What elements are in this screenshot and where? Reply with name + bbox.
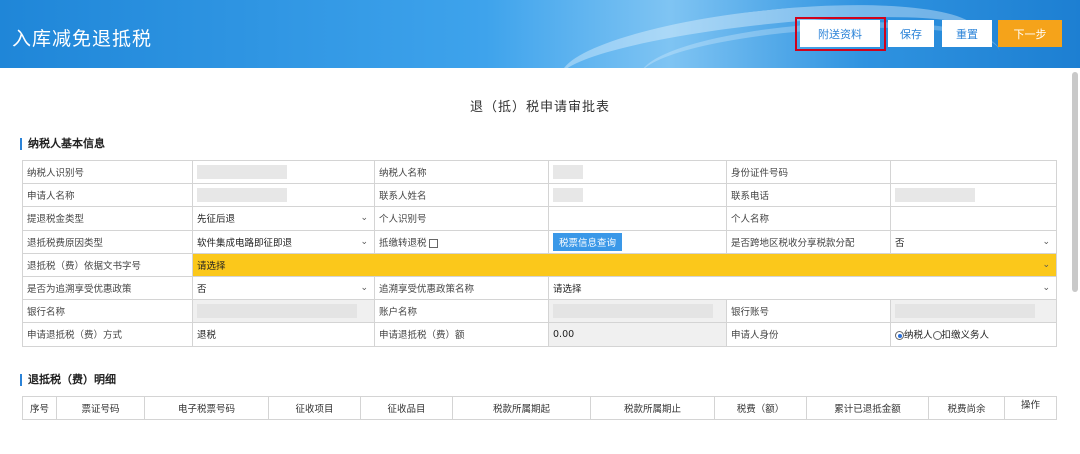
label-document-number: 退抵税（费）依据文书字号 — [22, 252, 193, 277]
account-name-field[interactable] — [548, 299, 727, 324]
redacted-value — [895, 304, 1035, 319]
col-period-end: 税款所属期止 — [590, 396, 715, 420]
taxpayer-name-field[interactable] — [548, 159, 727, 185]
offset-refund-checkbox-cell[interactable]: 抵缴转退税 — [374, 229, 549, 254]
form-title: 退（抵）税申请审批表 — [469, 100, 610, 115]
label-offset-refund: 抵缴转退税 — [379, 237, 427, 249]
label-refund-amount: 申请退抵税（费）额 — [374, 322, 549, 347]
label-personal-id: 个人识别号 — [374, 206, 549, 231]
label-taxpayer-id: 纳税人识别号 — [22, 159, 193, 185]
label-cross-region: 是否跨地区税收分享税款分配 — [726, 229, 891, 254]
policy-name-value: 请选择 — [553, 284, 582, 296]
refund-type-value: 先征后退 — [197, 214, 236, 226]
bank-account-field[interactable] — [890, 299, 1057, 324]
col-index: 序号 — [22, 396, 57, 420]
chevron-down-icon: ⌄ — [360, 283, 368, 294]
col-levy-category: 征收品目 — [360, 396, 453, 420]
col-refunded-total: 累计已退抵金额 — [806, 396, 929, 420]
refund-method-value: 退税 — [192, 322, 375, 347]
label-refund-type: 提退税金类型 — [22, 206, 193, 231]
personal-id-field[interactable] — [548, 206, 727, 231]
table-row: 是否为追溯享受优惠政策 否 ⌄ 追溯享受优惠政策名称 请选择 ⌄ — [22, 275, 1057, 301]
offset-refund-checkbox[interactable] — [428, 238, 438, 248]
redacted-value — [197, 304, 357, 319]
label-applicant-identity: 申请人身份 — [726, 322, 891, 347]
col-remaining: 税费尚余 — [928, 396, 1005, 420]
label-applicant-name: 申请人名称 — [22, 183, 193, 208]
label-id-number: 身份证件号码 — [726, 159, 891, 185]
section-refund-detail-title: 退抵税（费）明细 — [20, 374, 116, 386]
next-step-button[interactable]: 下一步 — [998, 20, 1062, 47]
chevron-down-icon: ⌄ — [360, 236, 368, 247]
personal-name-field[interactable] — [890, 206, 1057, 231]
id-number-field[interactable] — [890, 159, 1057, 185]
label-personal-name: 个人名称 — [726, 206, 891, 231]
table-header-row: 序号 票证号码 电子税票号码 征收项目 征收品目 税款所属期起 税款所属期止 税… — [22, 396, 1057, 420]
retroactive-value: 否 — [197, 284, 207, 296]
radio-taxpayer-label: 纳税人 — [904, 330, 933, 342]
retroactive-select[interactable]: 否 ⌄ — [192, 275, 375, 301]
table-row: 退抵税费原因类型 软件集成电路即征即退 ⌄ 抵缴转退税 税票信息查询 是否跨地区税… — [22, 229, 1057, 254]
document-number-select[interactable]: 请选择 ⌄ — [192, 252, 1057, 277]
table-row: 退抵税（费）依据文书字号 请选择 ⌄ — [22, 252, 1057, 277]
label-taxpayer-name: 纳税人名称 — [374, 159, 549, 185]
col-e-ticket-number: 电子税票号码 — [144, 396, 269, 420]
contact-phone-field[interactable] — [890, 183, 1057, 208]
radio-withholding-label: 扣缴义务人 — [941, 330, 990, 342]
col-voucher-number: 票证号码 — [56, 396, 145, 420]
policy-name-select[interactable]: 请选择 ⌄ — [548, 275, 1057, 301]
refund-type-select[interactable]: 先征后退 ⌄ — [192, 206, 375, 231]
taxpayer-id-field[interactable] — [192, 159, 375, 185]
label-account-name: 账户名称 — [374, 299, 549, 324]
radio-withholding-agent[interactable] — [932, 331, 942, 341]
label-contact-name: 联系人姓名 — [374, 183, 549, 208]
label-refund-reason: 退抵税费原因类型 — [22, 229, 193, 254]
label-refund-method: 申请退抵税（费）方式 — [22, 322, 193, 347]
applicant-name-field[interactable] — [192, 183, 375, 208]
redacted-value — [553, 188, 583, 203]
table-row: 提退税金类型 先征后退 ⌄ 个人识别号 个人名称 — [22, 206, 1057, 231]
redacted-value — [553, 165, 583, 180]
col-levy-item: 征收项目 — [268, 396, 361, 420]
redacted-value — [553, 304, 713, 319]
radio-taxpayer[interactable] — [895, 331, 904, 341]
chevron-down-icon: ⌄ — [1042, 236, 1050, 247]
chevron-down-icon: ⌄ — [1042, 259, 1050, 270]
attach-documents-button[interactable]: 附送资料 — [800, 20, 880, 47]
app-title: 入库减免退抵税 — [12, 28, 153, 50]
redacted-value — [197, 165, 287, 180]
chevron-down-icon: ⌄ — [1042, 283, 1050, 294]
tax-ticket-query-button[interactable]: 税票信息查询 — [553, 232, 623, 251]
label-bank-account: 银行账号 — [726, 299, 891, 324]
cross-region-value: 否 — [895, 237, 905, 249]
refund-amount-field[interactable]: 0.00 — [548, 322, 727, 347]
document-number-value: 请选择 — [197, 260, 226, 272]
bank-name-field[interactable] — [192, 299, 375, 324]
applicant-identity-radios: 纳税人 扣缴义务人 — [890, 322, 1057, 347]
chevron-down-icon: ⌄ — [360, 213, 368, 224]
col-operation: 操作 — [1004, 396, 1057, 420]
query-cell: 税票信息查询 — [548, 229, 727, 254]
label-retroactive: 是否为追溯享受优惠政策 — [22, 275, 193, 301]
label-bank-name: 银行名称 — [22, 299, 193, 324]
redacted-value — [197, 188, 287, 203]
table-row: 纳税人识别号 纳税人名称 身份证件号码 — [22, 159, 1057, 185]
save-button[interactable]: 保存 — [888, 20, 934, 47]
contact-name-field[interactable] — [548, 183, 727, 208]
table-row: 申请人名称 联系人姓名 联系电话 — [22, 183, 1057, 208]
label-contact-phone: 联系电话 — [726, 183, 891, 208]
table-row: 申请退抵税（费）方式 退税 申请退抵税（费）额 0.00 申请人身份 纳税人 扣缴… — [22, 322, 1057, 347]
reset-button[interactable]: 重置 — [942, 20, 992, 47]
table-row: 银行名称 账户名称 银行账号 — [22, 299, 1057, 324]
refund-reason-select[interactable]: 软件集成电路即征即退 ⌄ — [192, 229, 375, 254]
redacted-value — [895, 188, 975, 203]
col-period-start: 税款所属期起 — [452, 396, 591, 420]
taxpayer-info-table: 纳税人识别号 纳税人名称 身份证件号码 申请人名称 联系人姓名 联系电话 提退税… — [22, 159, 1057, 347]
section-taxpayer-info-title: 纳税人基本信息 — [20, 138, 105, 150]
cross-region-select[interactable]: 否 ⌄ — [890, 229, 1057, 254]
label-policy-name: 追溯享受优惠政策名称 — [374, 275, 549, 301]
refund-reason-value: 软件集成电路即征即退 — [197, 237, 293, 249]
refund-detail-table: 序号 票证号码 电子税票号码 征收项目 征收品目 税款所属期起 税款所属期止 税… — [22, 396, 1057, 420]
col-tax-amount: 税费（额） — [714, 396, 807, 420]
